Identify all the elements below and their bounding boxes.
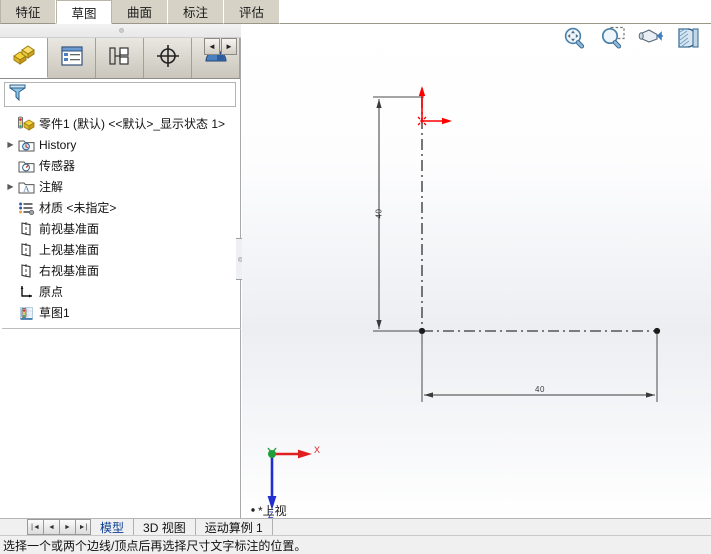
tree-row-right-plane[interactable]: 右视基准面 bbox=[2, 260, 240, 281]
tree-row-part-root[interactable]: 零件1 (默认) <<默认>_显示状态 1> bbox=[2, 113, 240, 134]
manager-tab-scroll-buttons: ◄ ► bbox=[204, 38, 237, 55]
tree-label-part-root: 零件1 (默认) <<默认>_显示状态 1> bbox=[39, 117, 226, 131]
panel-grip-handle[interactable] bbox=[0, 24, 241, 38]
tree-label-sketch1: 草图1 bbox=[39, 306, 70, 320]
tree-twisty-material bbox=[4, 201, 17, 214]
graphics-viewport[interactable]: 40 40 X Z *上视 bbox=[242, 24, 711, 518]
dimxpert-manager-tab[interactable] bbox=[144, 38, 192, 78]
yellow-blocks-icon bbox=[11, 43, 37, 72]
tree-label-material: 材质 <未指定> bbox=[39, 201, 117, 215]
tree-row-front-plane[interactable]: 前视基准面 bbox=[2, 218, 240, 239]
ribbon-tab-sketch[interactable]: 草图 bbox=[56, 0, 112, 24]
funnel-filter-icon bbox=[9, 83, 26, 107]
tree-row-sensors[interactable]: 传感器 bbox=[2, 155, 240, 176]
plane-icon bbox=[17, 221, 36, 237]
triad-x-letter: X bbox=[314, 445, 321, 455]
tree-label-right-plane: 右视基准面 bbox=[39, 264, 100, 278]
hdim-arrow-left bbox=[424, 392, 433, 398]
tree-label-history: History bbox=[39, 137, 77, 152]
origin-y-arrowhead bbox=[418, 86, 426, 96]
tree-twisty-right-plane bbox=[4, 264, 17, 277]
doc-tab-nav-buttons: |◄ ◄ ► ►| bbox=[27, 519, 91, 535]
tree-twisty-origin bbox=[4, 285, 17, 298]
tree-label-top-plane: 上视基准面 bbox=[39, 243, 100, 257]
tree-twisty-sensors bbox=[4, 159, 17, 172]
doc-nav-last[interactable]: ►| bbox=[75, 519, 91, 535]
tree-divider bbox=[2, 328, 241, 329]
tree-twisty-front-plane bbox=[4, 222, 17, 235]
manager-tab-strip: ◄ ► bbox=[0, 38, 240, 79]
tree-twisty[interactable] bbox=[4, 117, 17, 130]
configuration-tree-icon bbox=[108, 45, 132, 72]
tree-row-origin[interactable]: 原点 bbox=[2, 281, 240, 302]
ribbon-tab-bar: 特征 草图 曲面 标注 评估 bbox=[0, 0, 711, 24]
view-label-bullet bbox=[251, 508, 255, 512]
tree-label-front-plane: 前视基准面 bbox=[39, 222, 100, 236]
tree-label-sensors: 传感器 bbox=[39, 159, 76, 173]
application-window: 特征 草图 曲面 标注 评估 ◄ ► 零件1 (默认) <<默认>_显示状态 1… bbox=[0, 0, 711, 554]
ribbon-empty-area bbox=[280, 0, 711, 24]
part-icon bbox=[17, 115, 36, 132]
tree-row-sketch1[interactable]: 草图1 bbox=[2, 302, 240, 323]
origin-x-arrowhead bbox=[442, 117, 452, 125]
doc-nav-prev[interactable]: ◄ bbox=[43, 519, 59, 535]
tree-label-origin: 原点 bbox=[39, 285, 64, 299]
tree-twisty-top-plane bbox=[4, 243, 17, 256]
ribbon-tab-annotation[interactable]: 标注 bbox=[168, 0, 224, 24]
doc-nav-next[interactable]: ► bbox=[59, 519, 75, 535]
tree-twisty-sketch1 bbox=[4, 306, 17, 319]
tree-label-annotations: 注解 bbox=[39, 180, 64, 194]
tree-row-history[interactable]: ▶ History bbox=[2, 134, 240, 155]
crosshair-target-icon bbox=[156, 44, 180, 73]
material-icon bbox=[17, 200, 36, 216]
configuration-manager-tab[interactable] bbox=[96, 38, 144, 78]
feature-tree: 零件1 (默认) <<默认>_显示状态 1> ▶ History 传感器 ▶ A… bbox=[0, 107, 241, 329]
ribbon-tab-features[interactable]: 特征 bbox=[0, 0, 56, 24]
history-folder-icon bbox=[17, 137, 36, 153]
status-bar: 选择一个或两个边线/顶点后再选择尺寸文字标注的位置。 bbox=[0, 535, 711, 554]
doc-tab-model[interactable]: 模型 bbox=[91, 519, 135, 535]
manager-tab-scroll-right[interactable]: ► bbox=[221, 38, 237, 55]
view-triad bbox=[267, 447, 312, 510]
feature-manager-tab[interactable] bbox=[0, 38, 48, 78]
plane-icon bbox=[17, 263, 36, 279]
doc-tab-3dviews[interactable]: 3D 视图 bbox=[134, 519, 196, 535]
vertical-dimension-text[interactable]: 40 bbox=[375, 199, 384, 229]
tree-row-annotations[interactable]: ▶ A 注解 bbox=[2, 176, 240, 197]
feature-manager-panel: ◄ ► 零件1 (默认) <<默认>_显示状态 1> ▶ History 传感器… bbox=[0, 24, 241, 518]
manager-tab-scroll-left[interactable]: ◄ bbox=[204, 38, 220, 55]
horizontal-dimension-text[interactable]: 40 bbox=[525, 385, 555, 394]
property-manager-tab[interactable] bbox=[48, 38, 96, 78]
doc-tab-motion-study[interactable]: 运动算例 1 bbox=[196, 519, 273, 535]
vdim-arrow-bottom bbox=[376, 320, 382, 329]
hdim-arrow-right bbox=[646, 392, 655, 398]
doc-nav-first[interactable]: |◄ bbox=[27, 519, 43, 535]
svg-text:A: A bbox=[23, 183, 30, 193]
sketch-canvas[interactable] bbox=[242, 24, 711, 518]
sensor-folder-icon bbox=[17, 158, 36, 174]
view-orientation-label: *上视 bbox=[258, 504, 287, 518]
tree-row-material[interactable]: 材质 <未指定> bbox=[2, 197, 240, 218]
annotations-folder-icon: A bbox=[17, 179, 36, 195]
ribbon-tab-surfaces[interactable]: 曲面 bbox=[112, 0, 168, 24]
sketch-icon bbox=[17, 305, 36, 321]
document-tab-bar: |◄ ◄ ► ►| 模型 3D 视图 运动算例 1 bbox=[0, 518, 711, 535]
tree-row-top-plane[interactable]: 上视基准面 bbox=[2, 239, 240, 260]
plane-icon bbox=[17, 242, 36, 258]
tree-filter-box[interactable] bbox=[4, 82, 236, 107]
ribbon-tab-evaluate[interactable]: 评估 bbox=[224, 0, 280, 24]
tree-twisty-history[interactable]: ▶ bbox=[4, 138, 17, 151]
tree-twisty-annotations[interactable]: ▶ bbox=[4, 180, 17, 193]
tree-filter-input[interactable] bbox=[26, 87, 235, 102]
property-list-icon bbox=[60, 45, 84, 72]
status-message: 选择一个或两个边线/顶点后再选择尺寸文字标注的位置。 bbox=[3, 538, 307, 553]
doc-tab-empty-area bbox=[273, 519, 711, 535]
origin-axes-icon bbox=[17, 284, 36, 300]
vdim-arrow-top bbox=[376, 99, 382, 108]
